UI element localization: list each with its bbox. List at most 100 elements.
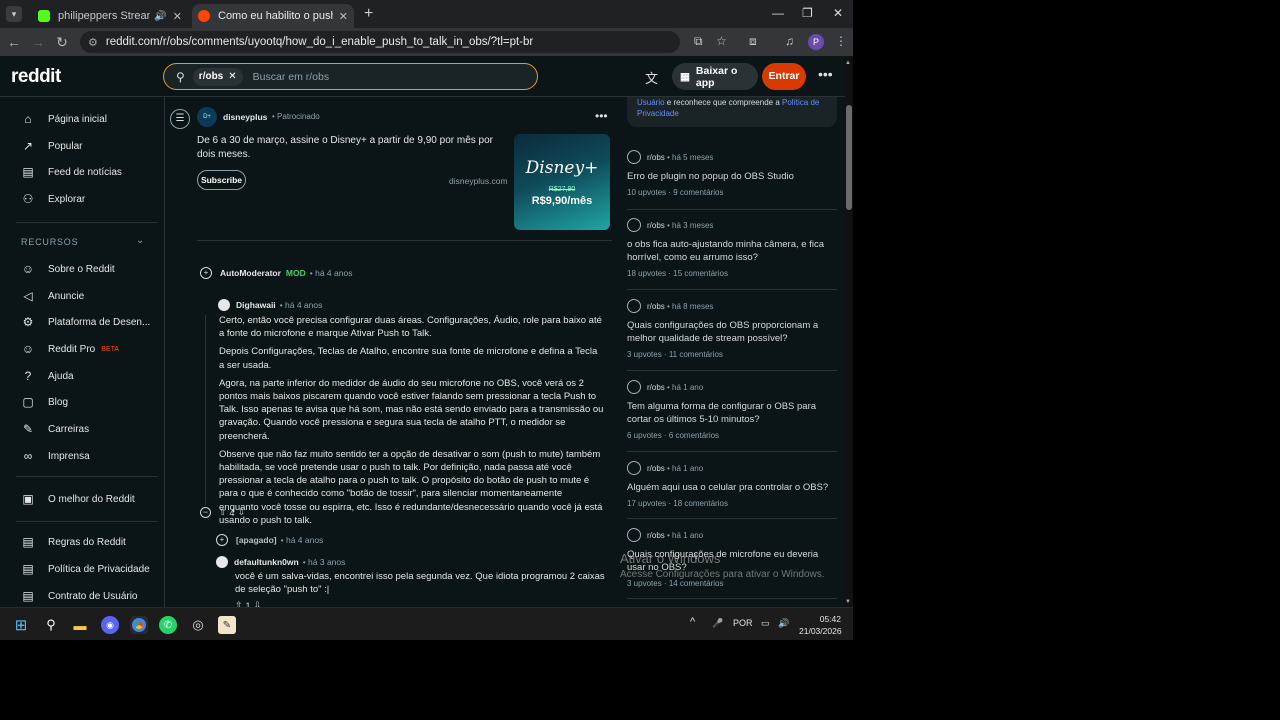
related-post[interactable]: r/obs • há 5 meses Erro de plugin no pop… bbox=[627, 150, 837, 197]
upvote-icon[interactable]: ⇧ bbox=[219, 507, 227, 518]
sidebar-item-privacy[interactable]: ▤ Política de Privacidade bbox=[20, 559, 149, 579]
hamburger-menu-icon[interactable]: ☰ bbox=[170, 109, 190, 129]
browser-menu-icon[interactable]: ⋮ bbox=[835, 34, 847, 48]
windows-start-icon[interactable]: ⊞ bbox=[12, 616, 30, 634]
related-post[interactable]: r/obs • há 1 ano Alguém aqui usa o celul… bbox=[627, 461, 837, 508]
post-subreddit[interactable]: r/obs bbox=[647, 383, 665, 392]
search-icon[interactable]: ⚲ bbox=[42, 616, 60, 634]
sidebar-item-help[interactable]: ? Ajuda bbox=[20, 366, 74, 386]
url-bar[interactable]: ⚙ reddit.com/r/obs/comments/uyootq/how_d… bbox=[80, 31, 680, 53]
restore-icon[interactable]: ❐ bbox=[802, 6, 813, 20]
new-tab-icon[interactable]: + bbox=[364, 5, 373, 23]
sidebar-item-press[interactable]: ∞ Imprensa bbox=[20, 446, 90, 466]
profile-avatar[interactable]: P bbox=[808, 34, 824, 50]
reddit-logo[interactable]: reddit bbox=[11, 66, 61, 88]
post-title[interactable]: Alguém aqui usa o celular pra controlar … bbox=[627, 481, 837, 494]
file-explorer-icon[interactable]: ▬ bbox=[71, 616, 89, 634]
tab-reddit[interactable]: Como eu habilito o push to talk ✕ bbox=[192, 4, 354, 28]
collapse-comment-icon[interactable]: − bbox=[200, 507, 211, 518]
sidebar-item-popular[interactable]: ↗ Popular bbox=[20, 136, 83, 156]
translate-icon[interactable]: 文 bbox=[645, 68, 658, 87]
downvote-icon[interactable]: ⇩ bbox=[238, 507, 246, 518]
sidebar-item-careers[interactable]: ✎ Carreiras bbox=[20, 419, 89, 439]
search-bar[interactable]: ⚲ r/obs ✕ Buscar em r/obs bbox=[163, 63, 538, 90]
login-button[interactable]: Entrar bbox=[762, 63, 806, 90]
back-icon[interactable]: ← bbox=[2, 34, 26, 50]
comment-username[interactable]: Dighawaii bbox=[236, 300, 276, 310]
ad-more-icon[interactable]: ••• bbox=[595, 109, 608, 123]
media-icon[interactable]: ♫ bbox=[785, 34, 794, 48]
user-agreement-link[interactable]: Usuário bbox=[637, 98, 665, 107]
reload-icon[interactable]: ↻ bbox=[50, 34, 74, 51]
remove-chip-icon[interactable]: ✕ bbox=[228, 71, 236, 82]
close-tab-icon[interactable]: ✕ bbox=[339, 10, 348, 23]
post-subreddit[interactable]: r/obs bbox=[647, 531, 665, 540]
sidebar-item-advertise[interactable]: ◁ Anuncie bbox=[20, 286, 84, 306]
comment-username[interactable]: AutoModerator bbox=[220, 268, 281, 278]
tab-kick-stream[interactable]: philipeppers Stream - Watch 🔊 ✕ bbox=[32, 4, 188, 28]
language-indicator[interactable]: POR bbox=[733, 618, 753, 628]
disneyplus-avatar[interactable]: D+ bbox=[197, 107, 217, 127]
avatar[interactable] bbox=[216, 556, 228, 568]
speaker-icon[interactable]: 🔊 bbox=[154, 11, 166, 22]
expand-comment-icon[interactable]: + bbox=[216, 534, 228, 546]
close-window-icon[interactable]: ✕ bbox=[833, 6, 843, 20]
ad-username[interactable]: disneyplus bbox=[223, 112, 267, 122]
sidebar-item-home[interactable]: ⌂ Página inicial bbox=[20, 109, 107, 129]
discord-icon[interactable]: ◉ bbox=[101, 616, 119, 634]
scroll-up-icon[interactable]: ▲ bbox=[845, 60, 851, 66]
scrollbar-thumb[interactable] bbox=[846, 105, 852, 210]
close-tab-icon[interactable]: ✕ bbox=[173, 10, 182, 23]
scroll-down-icon[interactable]: ▼ bbox=[845, 599, 851, 605]
obs-studio-icon[interactable]: ◎ bbox=[189, 616, 207, 634]
post-title[interactable]: o obs fica auto-ajustando minha câmera, … bbox=[627, 238, 837, 264]
volume-icon[interactable]: 🔊 bbox=[778, 618, 789, 629]
ad-image[interactable]: Disney+ R$27,90 R$9,90/mês bbox=[514, 134, 610, 230]
post-subreddit[interactable]: r/obs bbox=[647, 221, 665, 230]
sidebar-item-blog[interactable]: ▢ Blog bbox=[20, 392, 68, 412]
sidebar-item-explore[interactable]: ⚇ Explorar bbox=[20, 189, 86, 209]
post-subreddit[interactable]: r/obs bbox=[647, 302, 665, 311]
downvote-icon[interactable]: ⇩ bbox=[254, 600, 262, 607]
sidebar-item-reddit-pro[interactable]: ☺ Reddit Pro BETA bbox=[20, 339, 119, 359]
tab-search-icon[interactable]: ▾ bbox=[6, 6, 22, 22]
post-title[interactable]: Tem alguma forma de configurar o OBS par… bbox=[627, 400, 837, 426]
extensions-icon[interactable]: ⧈ bbox=[749, 34, 757, 49]
comment-username[interactable]: defaultunkn0wn bbox=[234, 557, 299, 567]
post-title[interactable]: Quais configurações do OBS proporcionam … bbox=[627, 319, 837, 345]
ad-domain-link[interactable]: disneyplus.com bbox=[449, 176, 508, 186]
post-subreddit[interactable]: r/obs bbox=[647, 153, 665, 162]
upvote-icon[interactable]: ⇧ bbox=[235, 600, 243, 607]
sidebar-item-user-agreement[interactable]: ▤ Contrato de Usuário bbox=[20, 586, 137, 606]
forward-icon[interactable]: → bbox=[26, 34, 50, 50]
related-post[interactable]: r/obs • há 1 ano Tem alguma forma de con… bbox=[627, 380, 837, 440]
resources-heading[interactable]: RECURSOS bbox=[21, 237, 78, 247]
minimize-icon[interactable]: — bbox=[772, 6, 784, 20]
chevron-down-icon[interactable]: ⌄ bbox=[136, 235, 144, 246]
post-title[interactable]: Erro de plugin no popup do OBS Studio bbox=[627, 170, 837, 183]
whatsapp-icon[interactable]: ✆ bbox=[159, 616, 177, 634]
more-options-icon[interactable]: ••• bbox=[818, 66, 833, 82]
avatar[interactable] bbox=[218, 299, 230, 311]
search-input[interactable]: Buscar em r/obs bbox=[253, 71, 329, 83]
network-icon[interactable]: ▭ bbox=[761, 618, 770, 629]
related-post[interactable]: r/obs • há 8 meses Quais configurações d… bbox=[627, 299, 837, 359]
post-subreddit[interactable]: r/obs bbox=[647, 464, 665, 473]
related-post[interactable]: r/obs • há 3 meses o obs fica auto-ajust… bbox=[627, 218, 837, 278]
sidebar-item-rules[interactable]: ▤ Regras do Reddit bbox=[20, 532, 126, 552]
sidebar-item-about[interactable]: ☺ Sobre o Reddit bbox=[20, 259, 115, 279]
bookmark-star-icon[interactable]: ☆ bbox=[716, 34, 727, 48]
app-icon[interactable]: ✎ bbox=[218, 616, 236, 634]
chevron-up-icon[interactable]: ^ bbox=[690, 616, 695, 628]
get-app-button[interactable]: ▦ Baixar o app bbox=[672, 63, 758, 90]
subscribe-button[interactable]: Subscribe bbox=[197, 170, 246, 190]
sidebar-item-best-of[interactable]: ▣ O melhor do Reddit bbox=[20, 489, 134, 509]
subreddit-chip[interactable]: r/obs ✕ bbox=[192, 67, 243, 86]
thread-line[interactable] bbox=[205, 315, 206, 505]
clock[interactable]: 05:42 21/03/2026 bbox=[799, 613, 842, 637]
cast-icon[interactable]: ⧉ bbox=[694, 34, 703, 49]
sidebar-item-news[interactable]: ▤ Feed de notícias bbox=[20, 162, 122, 182]
microphone-icon[interactable]: 🎤 bbox=[712, 618, 723, 629]
tune-icon[interactable]: ⚙ bbox=[88, 36, 98, 49]
expand-comment-icon[interactable]: + bbox=[200, 267, 212, 279]
